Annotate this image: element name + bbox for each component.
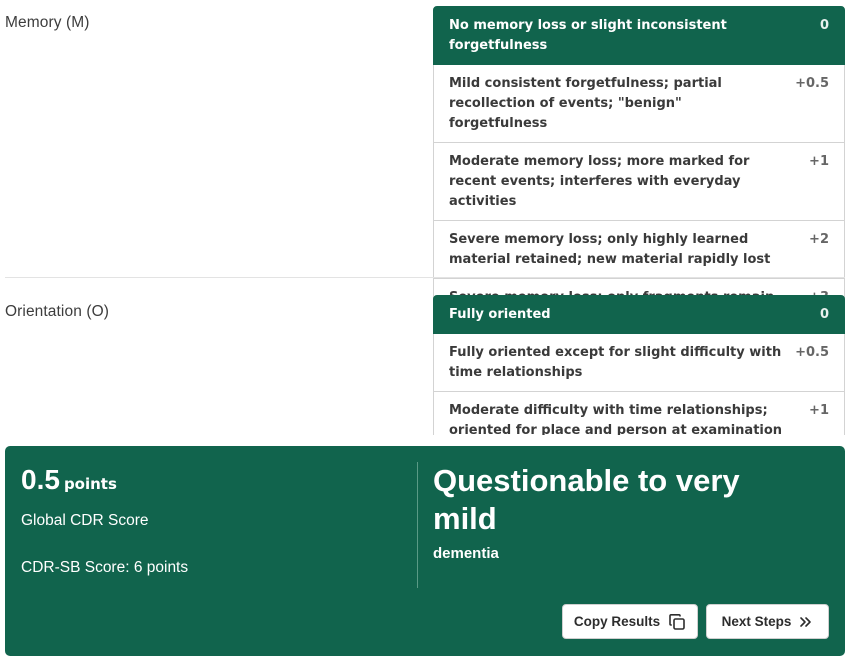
copy-results-button[interactable]: Copy Results <box>562 604 698 639</box>
orientation-options: Fully oriented 0 Fully oriented except f… <box>433 295 845 435</box>
orientation-label: Orientation (O) <box>5 303 110 320</box>
option-points: +2 <box>809 232 829 247</box>
double-chevron-right-icon <box>799 615 813 629</box>
score-value: 0.5 <box>21 464 60 495</box>
option-text: Moderate difficulty with time relationsh… <box>449 403 783 435</box>
memory-option-0[interactable]: No memory loss or slight inconsistent fo… <box>433 6 845 65</box>
orientation-option-1[interactable]: Moderate difficulty with time relationsh… <box>433 392 845 435</box>
section-divider <box>5 277 845 278</box>
cdr-sb-score: CDR-SB Score: 6 points <box>21 559 189 576</box>
option-text: Fully oriented except for slight difficu… <box>449 345 782 380</box>
memory-label: Memory (M) <box>5 14 90 31</box>
memory-options: No memory loss or slight inconsistent fo… <box>433 6 845 317</box>
result-divider <box>417 462 418 588</box>
option-text: Moderate memory loss; more marked for re… <box>449 154 750 209</box>
option-points: 0 <box>819 18 829 33</box>
option-text: Severe memory loss; only highly learned … <box>449 232 771 267</box>
next-steps-label: Next Steps <box>721 614 792 629</box>
option-text: Mild consistent forgetfulness; partial r… <box>449 76 722 131</box>
orientation-option-0.5[interactable]: Fully oriented except for slight difficu… <box>433 334 845 392</box>
option-points: +1 <box>809 154 829 169</box>
interpretation-subtitle: dementia <box>433 545 499 562</box>
score-unit: points <box>63 475 117 493</box>
option-points: 0 <box>819 307 829 322</box>
copy-results-label: Copy Results <box>573 614 661 629</box>
result-panel: 0.5 points Global CDR Score CDR-SB Score:… <box>5 446 845 656</box>
memory-option-0.5[interactable]: Mild consistent forgetfulness; partial r… <box>433 65 845 143</box>
memory-option-1[interactable]: Moderate memory loss; more marked for re… <box>433 143 845 221</box>
next-steps-button[interactable]: Next Steps <box>706 604 829 639</box>
copy-icon <box>668 613 686 631</box>
option-points: +0.5 <box>795 345 829 360</box>
orientation-section: Orientation (O) Fully oriented 0 Fully o… <box>0 289 851 435</box>
option-points: +1 <box>809 403 829 418</box>
score-label: Global CDR Score <box>21 512 149 529</box>
option-text: Fully oriented <box>449 307 551 322</box>
orientation-option-0[interactable]: Fully oriented 0 <box>433 295 845 334</box>
option-points: +0.5 <box>795 76 829 91</box>
option-text: No memory loss or slight inconsistent fo… <box>449 18 727 53</box>
score-display: 0.5 points <box>21 464 117 496</box>
memory-option-2[interactable]: Severe memory loss; only highly learned … <box>433 221 845 279</box>
interpretation-title: Questionable to very mild <box>433 463 740 536</box>
